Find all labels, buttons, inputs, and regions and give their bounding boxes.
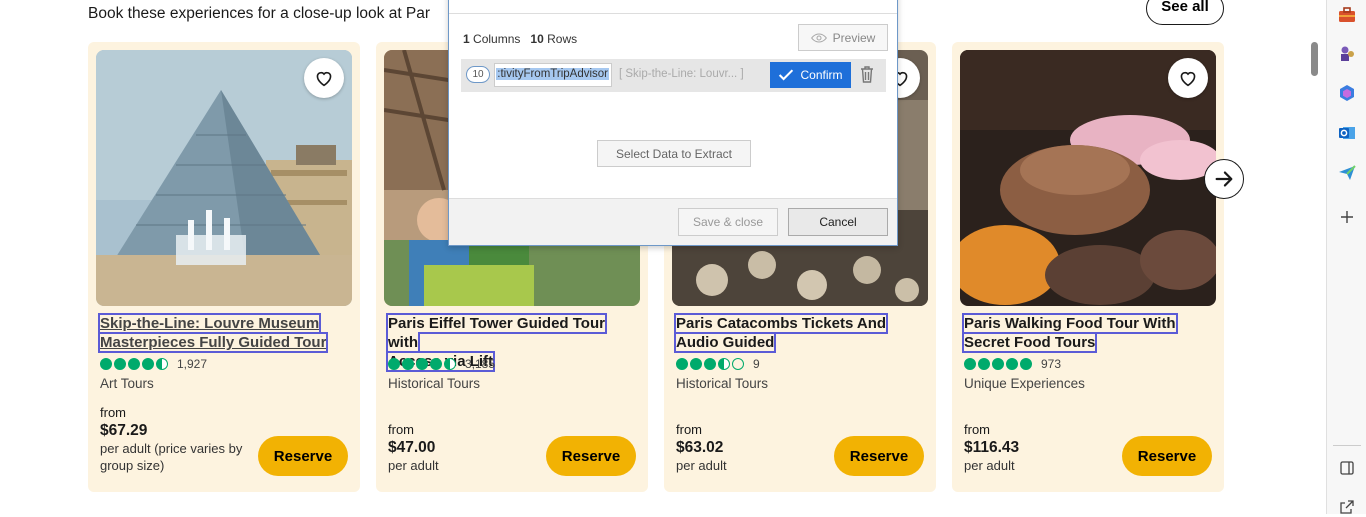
category-label: Unique Experiences: [964, 376, 1085, 391]
outlook-icon[interactable]: [1337, 123, 1357, 143]
external-link-icon[interactable]: [1337, 497, 1357, 517]
price-block: from $63.02 per adult: [676, 422, 727, 473]
column-name-input[interactable]: :tivityFromTripAdvisor: [494, 63, 612, 87]
price-block: from $47.00 per adult: [388, 422, 439, 473]
price: $67.29: [100, 422, 148, 439]
add-icon[interactable]: [1337, 207, 1357, 227]
card-image-food[interactable]: [960, 50, 1216, 306]
price-note: per adult (price varies by group size): [100, 441, 243, 473]
price-block: from $67.29 per adult (price varies by g…: [100, 404, 250, 474]
section-heading: Book these experiences for a close-up lo…: [88, 5, 431, 22]
rating-bubbles: 9: [676, 357, 760, 371]
reserve-button[interactable]: Reserve: [546, 436, 636, 476]
trash-icon[interactable]: [859, 65, 875, 84]
confirm-button[interactable]: Confirm: [770, 62, 851, 88]
checkmark-icon: [779, 69, 794, 81]
rating-bubbles: 1,927: [100, 357, 207, 371]
columns-rows-info: 1 Columns 10 Rows: [463, 32, 578, 46]
eye-icon: [810, 32, 827, 43]
review-count: 3,185: [465, 357, 496, 371]
browser-sidebar: [1326, 0, 1366, 514]
rating-bubbles: 973: [964, 357, 1061, 371]
review-count: 1,927: [177, 357, 208, 371]
price: $47.00: [388, 439, 436, 456]
column-row: 10 :tivityFromTripAdvisor [ Skip-the-Lin…: [461, 59, 886, 92]
reserve-button[interactable]: Reserve: [1122, 436, 1212, 476]
card-title-link[interactable]: Paris Walking Food Tour With Secret Food …: [961, 313, 1204, 353]
card-title-link[interactable]: Paris Catacombs Tickets And Audio Guided: [673, 313, 916, 353]
see-all-button[interactable]: See all: [1146, 0, 1224, 25]
cancel-button[interactable]: Cancel: [788, 208, 888, 236]
category-label: Historical Tours: [676, 376, 769, 391]
column-preview-text: [ Skip-the-Line: Louvr... ]: [619, 68, 744, 80]
carousel-next-button[interactable]: [1204, 159, 1244, 199]
rating-bubbles: 3,185: [388, 357, 495, 371]
save-heart-button[interactable]: [304, 58, 344, 98]
category-label: Historical Tours: [388, 376, 481, 391]
experience-card[interactable]: Skip-the-Line: Louvre Museum Masterpieces…: [88, 42, 360, 492]
price-note: per adult: [964, 458, 1015, 473]
review-count: 973: [1041, 357, 1062, 371]
page-scrollbar[interactable]: [1308, 0, 1326, 514]
scrollbar-thumb[interactable]: [1311, 42, 1318, 76]
reserve-button[interactable]: Reserve: [258, 436, 348, 476]
reserve-button[interactable]: Reserve: [834, 436, 924, 476]
category-label: Art Tours: [100, 376, 154, 391]
split-view-icon[interactable]: [1337, 458, 1357, 478]
arrow-right-icon: [1215, 171, 1233, 187]
save-heart-button[interactable]: [1168, 58, 1208, 98]
price-note: per adult: [676, 458, 727, 473]
price: $63.02: [676, 439, 724, 456]
price-note: per adult: [388, 458, 439, 473]
tripadvisor-page: Book these experiences for a close-up lo…: [0, 0, 1326, 514]
heart-icon: [316, 71, 332, 87]
preview-button[interactable]: Preview: [798, 24, 888, 51]
save-close-button[interactable]: Save & close: [678, 208, 778, 236]
experience-card[interactable]: Paris Walking Food Tour With Secret Food …: [952, 42, 1224, 492]
row-index-badge: 10: [466, 66, 490, 83]
price-block: from $116.43 per adult: [964, 422, 1020, 473]
toolbox-icon[interactable]: [1337, 5, 1357, 25]
card-image-louvre[interactable]: [96, 50, 352, 306]
select-data-button[interactable]: Select Data to Extract: [597, 140, 751, 167]
send-icon[interactable]: [1337, 163, 1357, 183]
chess-icon[interactable]: [1337, 44, 1357, 64]
data-extraction-dialog: 1 Columns 10 Rows Preview 10 :tivityFrom…: [448, 0, 898, 246]
heart-icon: [1180, 71, 1196, 87]
review-count: 9: [753, 357, 760, 371]
card-title-link[interactable]: Skip-the-Line: Louvre Museum Masterpieces…: [97, 313, 340, 353]
price: $116.43: [964, 439, 1020, 456]
copilot-icon[interactable]: [1337, 83, 1357, 103]
